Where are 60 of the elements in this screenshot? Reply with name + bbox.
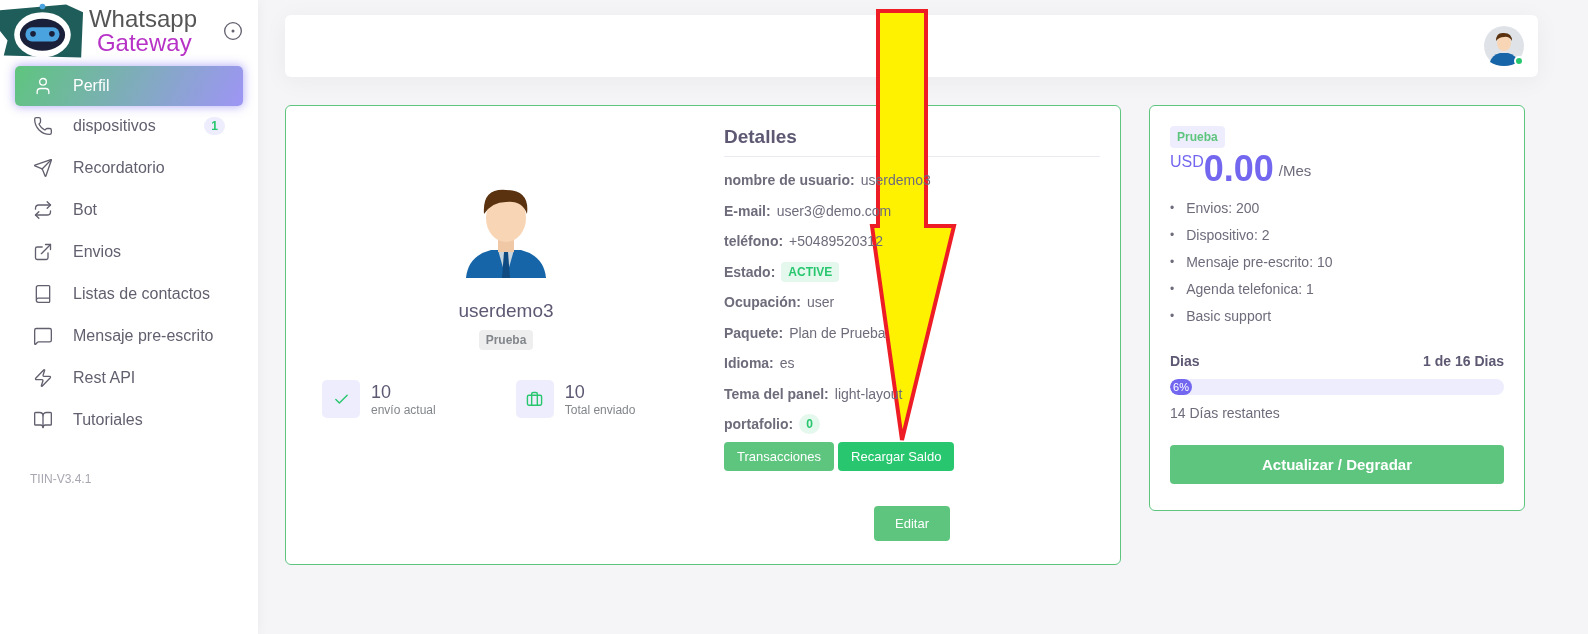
detail-label: teléfono: xyxy=(724,233,784,250)
bullet: • xyxy=(1170,254,1175,269)
book-icon xyxy=(33,284,53,304)
detail-label: E-mail: xyxy=(724,202,771,219)
count-badge: 1 xyxy=(204,117,225,135)
brand-name: Whatsapp xyxy=(88,7,197,31)
repeat-icon xyxy=(33,200,53,220)
plan-badge: Prueba xyxy=(478,330,534,350)
stat-value: 10 xyxy=(564,381,586,403)
open-book-icon xyxy=(33,410,53,430)
detail-label: Ocupación: xyxy=(724,294,801,311)
avatar[interactable] xyxy=(1484,26,1524,66)
detail-label: Tema del panel: xyxy=(724,385,829,402)
detail-label: nombre de usuario: xyxy=(724,172,855,189)
detail-label: Paquete: xyxy=(724,324,784,341)
stat-label: Total enviado xyxy=(564,402,636,417)
bullet: • xyxy=(1170,200,1175,215)
sidebar-item[interactable]: Listas de contactos xyxy=(15,274,243,314)
bullet: • xyxy=(1170,308,1175,323)
sidebar-item[interactable]: Envios xyxy=(15,232,243,272)
detail-label: Idioma: xyxy=(724,355,774,372)
sidebar-item[interactable]: Rest API xyxy=(15,358,243,398)
briefcase-icon xyxy=(526,390,544,408)
plan-badge: Prueba xyxy=(1170,126,1225,148)
sidebar-item[interactable]: Recordatorio xyxy=(15,148,243,188)
phone-icon xyxy=(33,116,53,136)
stat-value: 10 xyxy=(371,381,393,403)
days-value: 1 de 16 Dias xyxy=(1423,353,1504,369)
feature-item: Agenda telefonica: 1 xyxy=(1186,280,1314,297)
period: /Mes xyxy=(1278,162,1312,179)
currency: USD xyxy=(1170,153,1204,171)
version-label: TIIN-V3.4.1 xyxy=(29,472,93,486)
status-badge: ACTIVE xyxy=(781,261,840,282)
price: 0.00 xyxy=(1203,148,1274,190)
feature-item: Envios: 200 xyxy=(1186,199,1260,216)
bullet: • xyxy=(1170,227,1175,242)
sidebar-item[interactable]: Mensaje pre-escrito xyxy=(15,316,243,356)
sidebar-item[interactable]: dispositivos 1 xyxy=(15,106,243,146)
feature-item: Mensaje pre-escrito: 10 xyxy=(1186,253,1333,270)
message-icon xyxy=(33,326,53,346)
days-label: Dias xyxy=(1170,353,1200,369)
detail-value: user xyxy=(807,294,835,311)
sidebar-item[interactable]: Tutoriales xyxy=(15,400,243,440)
stat-label: envío actual xyxy=(371,402,436,417)
detail-label: Estado: xyxy=(724,263,776,280)
detail-value: es xyxy=(779,355,795,372)
username: userdemo3 xyxy=(458,300,554,322)
feature-item: Dispositivo: 2 xyxy=(1186,226,1270,243)
sidebar-item[interactable]: Bot xyxy=(15,190,243,230)
days-remaining: 14 Días restantes xyxy=(1170,405,1281,421)
progress-fill: 6% xyxy=(1170,379,1192,395)
send-icon xyxy=(33,158,53,178)
status-badge: 0 xyxy=(799,414,820,435)
brand-name: Gateway xyxy=(96,31,192,55)
bullet: • xyxy=(1170,281,1175,296)
detail-label: portafolio: xyxy=(724,416,794,433)
lightning-icon xyxy=(33,368,53,388)
toggle-icon[interactable] xyxy=(223,21,243,41)
feature-item: Basic support xyxy=(1186,307,1272,324)
external-link-icon xyxy=(33,242,53,262)
